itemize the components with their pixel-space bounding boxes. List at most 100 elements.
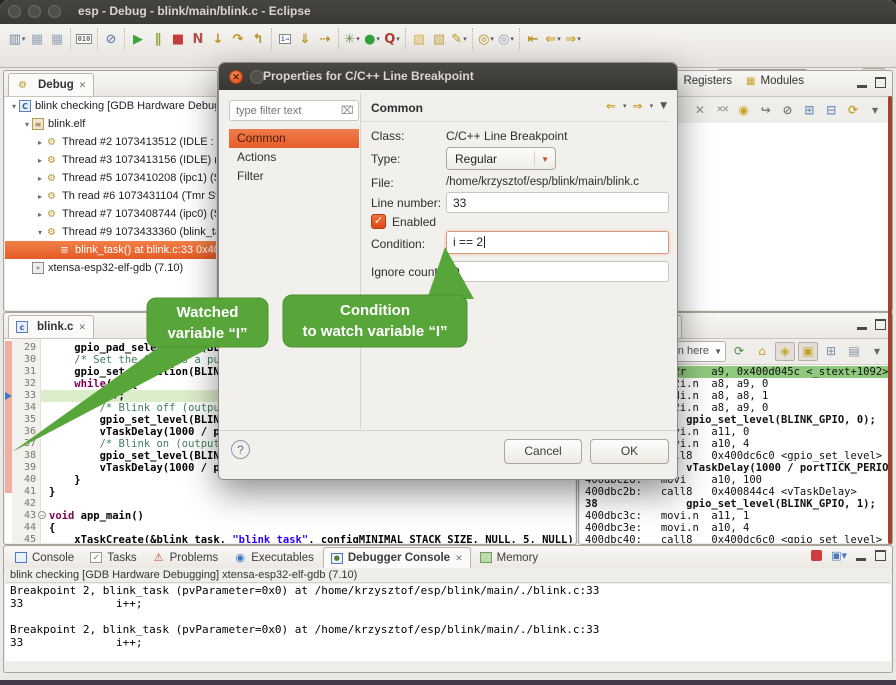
fold-icon[interactable]: –: [38, 511, 46, 519]
view-menu-icon[interactable]: ▼: [867, 342, 887, 361]
tab-registers[interactable]: ▤Registers: [669, 75, 732, 87]
tab-problems[interactable]: ⚠Problems: [146, 547, 226, 568]
tab-memory[interactable]: Memory: [473, 547, 546, 568]
debug-tree-item[interactable]: ▸⚙Thread #5 1073410208 (ipc1) (Suspended…: [5, 169, 216, 187]
step-over-icon[interactable]: ↷: [228, 28, 248, 50]
forward-icon[interactable]: ⇒▾: [563, 28, 583, 50]
pin-icon[interactable]: ▤: [844, 342, 864, 361]
dialog-nav-common[interactable]: Common: [229, 129, 359, 148]
open-new-view-icon[interactable]: ⊞: [821, 342, 841, 361]
maximize-icon[interactable]: [875, 319, 886, 330]
maximize-icon[interactable]: [875, 550, 886, 561]
annotations-icon[interactable]: ◎▾: [496, 28, 516, 50]
view-menu-icon[interactable]: ▼: [660, 101, 667, 111]
tab-modules[interactable]: ▦Modules: [746, 75, 804, 87]
dialog-minimize-button[interactable]: [250, 70, 264, 84]
binary-console-icon[interactable]: 010: [74, 28, 94, 50]
step-return-icon[interactable]: ↰: [248, 28, 268, 50]
back-icon[interactable]: ⇐: [606, 99, 616, 113]
window-minimize-button[interactable]: [28, 5, 41, 18]
maximize-icon[interactable]: [875, 77, 886, 88]
tree-expander-icon[interactable]: ▸: [35, 138, 45, 147]
debug-tree-item[interactable]: ▸⚙Th read #6 1073431104 (Tmr Svc) (Suspe…: [5, 187, 216, 205]
instruction-pointer-icon[interactable]: [5, 392, 12, 400]
tab-debug[interactable]: ⚙ Debug ✕: [8, 73, 94, 96]
window-close-button[interactable]: [8, 5, 21, 18]
skip-all-breakpoints-icon[interactable]: ⊘: [101, 28, 121, 50]
go-to-file-for-breakpoint-icon[interactable]: ↪: [757, 100, 775, 120]
view-menu-icon[interactable]: ▼: [866, 100, 884, 120]
console-output[interactable]: Breakpoint 2, blink_task (pvParameter=0x…: [5, 584, 891, 661]
sync-active-context-icon[interactable]: ◈: [775, 342, 795, 361]
tab-console[interactable]: Console: [8, 547, 81, 568]
skip-all-breakpoints-icon[interactable]: ⊘: [779, 100, 797, 120]
open-folder-icon[interactable]: ▨: [409, 28, 429, 50]
tree-expander-icon[interactable]: ▾: [9, 102, 19, 111]
tree-expander-icon[interactable]: ▸: [35, 174, 45, 183]
tab-debugger-console[interactable]: ●Debugger Console✕: [323, 547, 471, 568]
new-wizard-icon[interactable]: ▥▾: [7, 28, 27, 50]
debug-tree-item[interactable]: ≡blink_task() at blink.c:33 0x400dbc17: [5, 241, 216, 259]
enabled-checkbox[interactable]: ✓: [371, 214, 386, 229]
close-icon[interactable]: ✕: [455, 553, 463, 564]
dialog-close-button[interactable]: ✕: [229, 70, 243, 84]
minimize-icon[interactable]: [857, 85, 867, 88]
drop-to-frame-icon[interactable]: ⇓: [295, 28, 315, 50]
forward-menu-icon[interactable]: ▾: [650, 102, 654, 110]
debug-tree-item[interactable]: ▾≡blink.elf: [5, 115, 216, 133]
terminate-icon[interactable]: ■: [168, 28, 188, 50]
close-icon[interactable]: ✕: [78, 322, 86, 333]
help-button[interactable]: ?: [231, 440, 250, 459]
mark-occurrences-icon[interactable]: ◎▾: [476, 28, 496, 50]
debug-tree-item[interactable]: ▾⚙Thread #9 1073433360 (blink_task : Sus…: [5, 223, 216, 241]
type-dropdown[interactable]: Regular ▼: [446, 147, 556, 170]
debug-icon[interactable]: ✳▾: [342, 28, 362, 50]
filter-input[interactable]: [229, 100, 359, 121]
close-icon[interactable]: ✕: [79, 80, 87, 91]
condition-field[interactable]: i == 2: [446, 231, 669, 254]
run-icon[interactable]: ●▾: [362, 28, 382, 50]
save-all-icon[interactable]: ▦: [47, 28, 67, 50]
back-icon[interactable]: ⇐▾: [543, 28, 563, 50]
display-selected-console-icon[interactable]: ▣▾: [831, 549, 847, 562]
debug-tree-item[interactable]: ▸⚙Thread #3 1073413156 (IDLE) (Suspended…: [5, 151, 216, 169]
collapse-all-icon[interactable]: ⊟: [822, 100, 840, 120]
import-folder-icon[interactable]: ▧: [429, 28, 449, 50]
dialog-nav-filter[interactable]: Filter: [229, 167, 359, 186]
terminate-icon[interactable]: [811, 550, 822, 561]
last-edit-location-icon[interactable]: ⇤: [523, 28, 543, 50]
resume-icon[interactable]: ▶: [128, 28, 148, 50]
tree-expander-icon[interactable]: ▸: [35, 210, 45, 219]
window-maximize-button[interactable]: [48, 5, 61, 18]
minimize-icon[interactable]: [856, 558, 866, 561]
highlight-icon[interactable]: ✎▾: [449, 28, 469, 50]
tree-expander-icon[interactable]: ▸: [35, 192, 45, 201]
expand-all-icon[interactable]: ⊞: [800, 100, 818, 120]
overlay-scrollbar[interactable]: [888, 96, 892, 544]
ignore-count-field[interactable]: [446, 261, 669, 282]
ok-button[interactable]: OK: [590, 439, 669, 464]
step-filters-icon[interactable]: ⇢: [315, 28, 335, 50]
show-source-icon[interactable]: ▣: [798, 342, 818, 361]
minimize-icon[interactable]: [857, 327, 867, 330]
external-tools-icon[interactable]: Q▾: [382, 28, 402, 50]
back-menu-icon[interactable]: ▾: [623, 102, 627, 110]
remove-all-icon[interactable]: ✕✕: [713, 100, 731, 120]
forward-icon[interactable]: ⇒: [633, 99, 643, 113]
tree-expander-icon[interactable]: ▾: [35, 228, 45, 237]
remove-icon[interactable]: ✕: [691, 100, 709, 120]
tab-executables[interactable]: ◉Executables: [227, 547, 321, 568]
debug-tree-item[interactable]: ▸⚙Thread #7 1073408744 (ipc0) (Suspended…: [5, 205, 216, 223]
debug-tree-item[interactable]: ▸⚙Thread #2 1073413512 (IDLE : Running): [5, 133, 216, 151]
show-breakpoints-for-selected-icon[interactable]: ◉: [735, 100, 753, 120]
disconnect-icon[interactable]: N: [188, 28, 208, 50]
tab-blink-c[interactable]: c blink.c ✕: [8, 315, 94, 338]
suspend-icon[interactable]: ∥: [148, 28, 168, 50]
tab-tasks[interactable]: ✓Tasks: [83, 547, 143, 568]
refresh-icon[interactable]: ⟳: [729, 342, 749, 361]
dialog-nav-actions[interactable]: Actions: [229, 148, 359, 167]
tree-expander-icon[interactable]: ▾: [22, 120, 32, 129]
step-into-icon[interactable]: ↓: [208, 28, 228, 50]
instruction-stepping-icon[interactable]: i→: [275, 28, 295, 50]
home-icon[interactable]: ⌂: [752, 342, 772, 361]
